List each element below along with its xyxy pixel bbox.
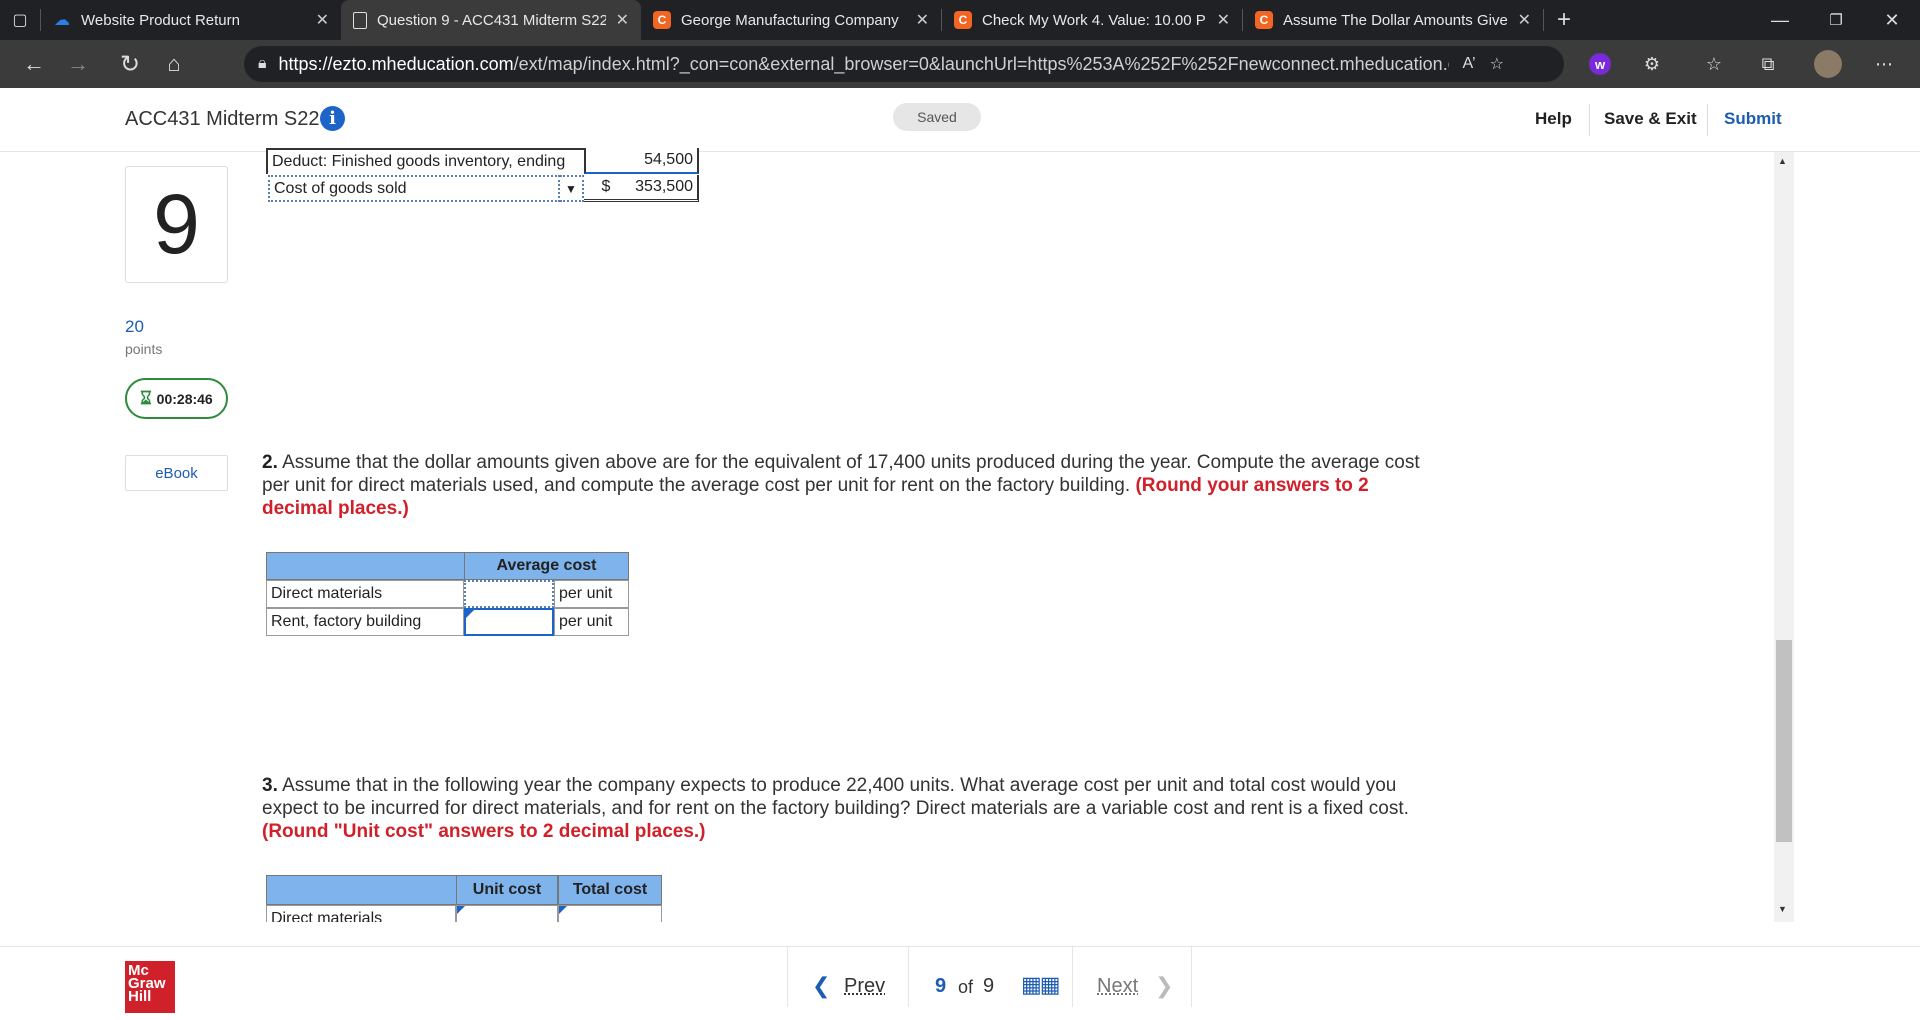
direct-materials-total-cost-input[interactable] <box>558 905 662 922</box>
chevron-right-icon[interactable]: ❯ <box>1155 973 1173 999</box>
question-pager: ❮ Prev 9 of 9 ▦▦ Next ❯ <box>787 947 1192 1020</box>
unit-total-cost-table: Unit cost Total cost Direct materials <box>0 0 1920 922</box>
total-questions: 9 <box>983 975 995 997</box>
row-label-direct-materials: Direct materials <box>266 905 456 922</box>
input-flag-icon <box>457 906 465 914</box>
scroll-down-icon[interactable]: ▼ <box>1778 904 1787 914</box>
current-question: 9 <box>935 975 947 997</box>
chevron-left-icon[interactable]: ❮ <box>812 973 830 999</box>
pager-divider <box>908 947 909 1007</box>
pager-divider <box>1072 947 1073 1007</box>
grid-icon[interactable]: ▦▦ <box>1021 972 1061 998</box>
input-flag-icon <box>559 906 567 914</box>
table-header-blank <box>266 875 456 905</box>
footer: Mc Graw Hill ❮ Prev 9 of 9 ▦▦ Next ❯ <box>0 946 1920 1020</box>
of-label: of <box>958 977 974 997</box>
scroll-up-icon[interactable]: ▲ <box>1778 156 1787 166</box>
prev-button[interactable]: Prev <box>844 975 885 998</box>
next-button[interactable]: Next <box>1097 975 1138 998</box>
table-header-unit-cost: Unit cost <box>456 875 558 905</box>
scrollbar-thumb[interactable] <box>1776 640 1792 842</box>
mcgraw-hill-logo: Mc Graw Hill <box>125 961 175 1013</box>
table-header-total-cost: Total cost <box>558 875 662 905</box>
pager-divider <box>1191 947 1192 1007</box>
pager-divider <box>787 947 788 1007</box>
direct-materials-unit-cost-input[interactable] <box>456 905 558 922</box>
